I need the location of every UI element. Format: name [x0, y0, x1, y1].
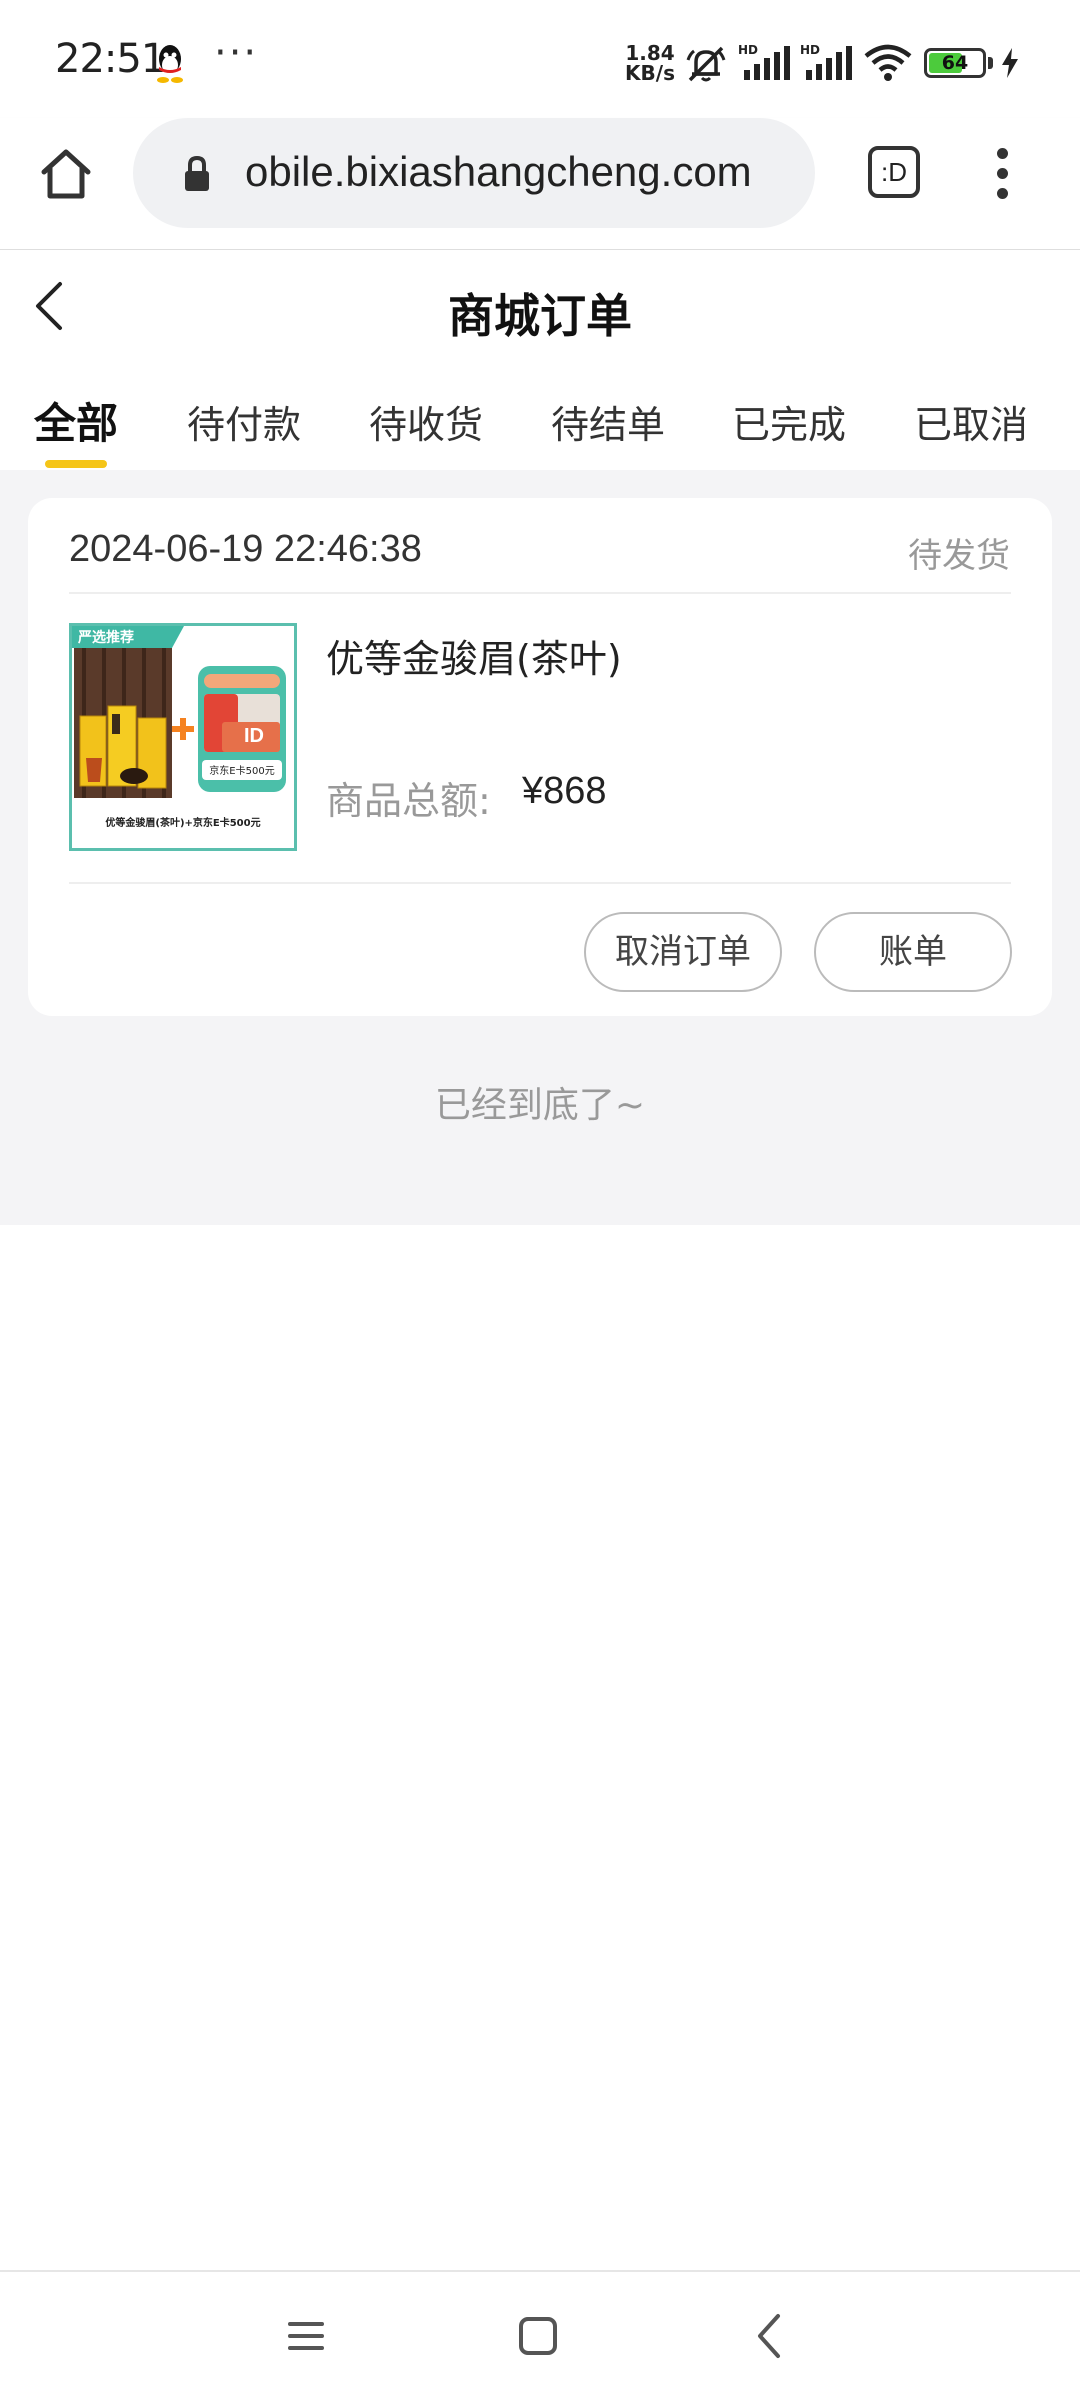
browser-toolbar: obile.bixiashangcheng.com :D: [0, 118, 1080, 250]
system-back-icon[interactable]: [752, 2312, 786, 2360]
tab-pending-payment[interactable]: 待付款: [187, 394, 301, 449]
order-tabs: 全部 待付款 待收货 待结单 已完成 已取消: [0, 370, 1080, 470]
net-speed: 1.84 KB/s: [622, 43, 678, 83]
svg-text:ID: ID: [244, 725, 264, 747]
net-speed-value: 1.84: [625, 41, 675, 65]
battery-percent: 64: [941, 52, 969, 74]
tab-completed[interactable]: 已完成: [732, 394, 846, 449]
signal-icon: HD: [738, 43, 790, 80]
total-value: ¥868: [522, 770, 607, 812]
battery-cap: [988, 57, 993, 69]
menu-icon[interactable]: [990, 148, 1014, 204]
tab-pending-settlement[interactable]: 待结单: [551, 394, 665, 449]
system-navigation-bar: [0, 2272, 1080, 2400]
more-notifications-icon: ···: [214, 30, 259, 76]
system-home-icon[interactable]: [518, 2316, 558, 2356]
image-banner: 严选推荐: [77, 629, 134, 646]
product-name: 优等金骏眉(茶叶): [326, 637, 622, 681]
home-icon[interactable]: [36, 144, 96, 204]
total-label: 商品总额:: [326, 779, 491, 823]
tabs-icon[interactable]: :D: [868, 146, 920, 198]
tab-all[interactable]: 全部: [34, 390, 118, 451]
active-tab-indicator: [45, 460, 107, 468]
order-list: 2024-06-19 22:46:38 待发货 严选推荐 ID 京东E卡500元…: [0, 470, 1080, 1225]
image-card-label: 京东E卡500元: [209, 764, 274, 777]
divider: [69, 882, 1011, 884]
address-bar[interactable]: obile.bixiashangcheng.com: [133, 118, 815, 228]
battery-icon: 64: [924, 48, 986, 78]
divider: [69, 592, 1011, 594]
end-of-list-text: 已经到底了~: [434, 1085, 646, 1126]
url-text[interactable]: obile.bixiashangcheng.com: [245, 148, 752, 196]
tab-pending-receipt[interactable]: 待收货: [369, 394, 483, 449]
charging-icon: [1002, 48, 1018, 78]
svg-text:HD: HD: [738, 43, 758, 57]
svg-text:HD: HD: [800, 43, 820, 57]
lock-icon: [185, 155, 209, 191]
status-time: 22:51: [55, 36, 166, 82]
net-speed-unit: KB/s: [625, 61, 675, 85]
page-header: 商城订单: [0, 250, 1080, 370]
order-card[interactable]: 2024-06-19 22:46:38 待发货 严选推荐 ID 京东E卡500元…: [28, 498, 1052, 1016]
image-caption: 优等金骏眉(茶叶)+京东E卡500元: [105, 816, 260, 829]
status-bar: 22:51 ··· 1.84 KB/s HD HD 64: [0, 0, 1080, 118]
bill-button[interactable]: 账单: [814, 912, 1012, 992]
tab-cancelled[interactable]: 已取消: [914, 394, 1028, 449]
product-image[interactable]: 严选推荐 ID 京东E卡500元 优等金骏眉(茶叶)+京东E卡500元: [69, 623, 297, 851]
mute-icon: [686, 46, 726, 82]
product-image-graphic: 严选推荐 ID 京东E卡500元 优等金骏眉(茶叶)+京东E卡500元: [72, 626, 294, 848]
recent-apps-icon[interactable]: [286, 2316, 326, 2356]
wifi-icon: [864, 44, 912, 81]
order-time: 2024-06-19 22:46:38: [69, 528, 422, 570]
signal-icon-2: HD: [800, 43, 852, 80]
cancel-order-button[interactable]: 取消订单: [584, 912, 782, 992]
page-title: 商城订单: [448, 289, 632, 343]
order-status: 待发货: [908, 536, 1010, 576]
qq-icon: [157, 45, 183, 83]
